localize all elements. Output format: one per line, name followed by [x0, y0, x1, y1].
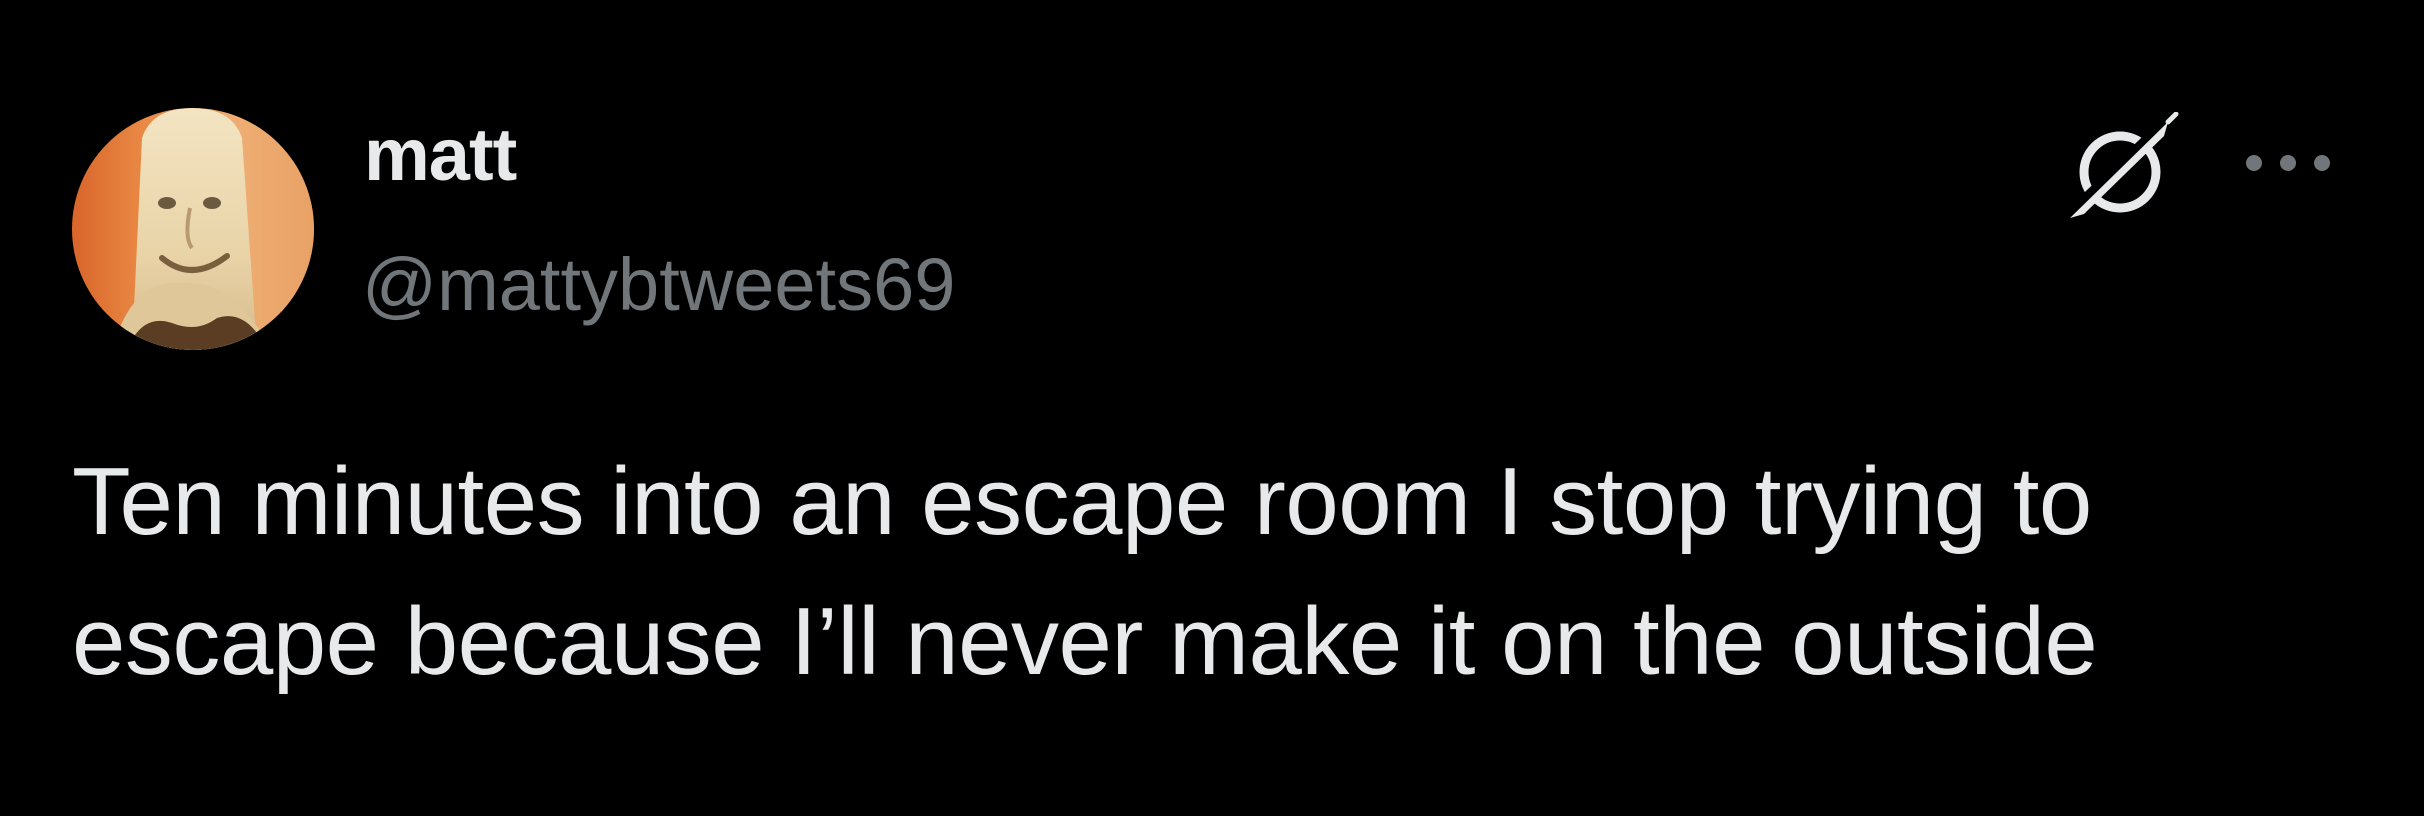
tweet-text: Ten minutes into an escape room I stop t… — [72, 448, 2098, 695]
avatar-photo-icon — [72, 108, 314, 350]
author-handle[interactable]: @mattybtweets69 — [362, 248, 955, 322]
avatar[interactable] — [72, 108, 314, 350]
more-options-icon[interactable] — [2240, 146, 2336, 180]
tweet-card: matt @mattybtweets69 Ten minutes into an… — [0, 0, 2424, 816]
grok-icon[interactable] — [2063, 111, 2182, 224]
author-display-name[interactable]: matt — [364, 118, 517, 192]
